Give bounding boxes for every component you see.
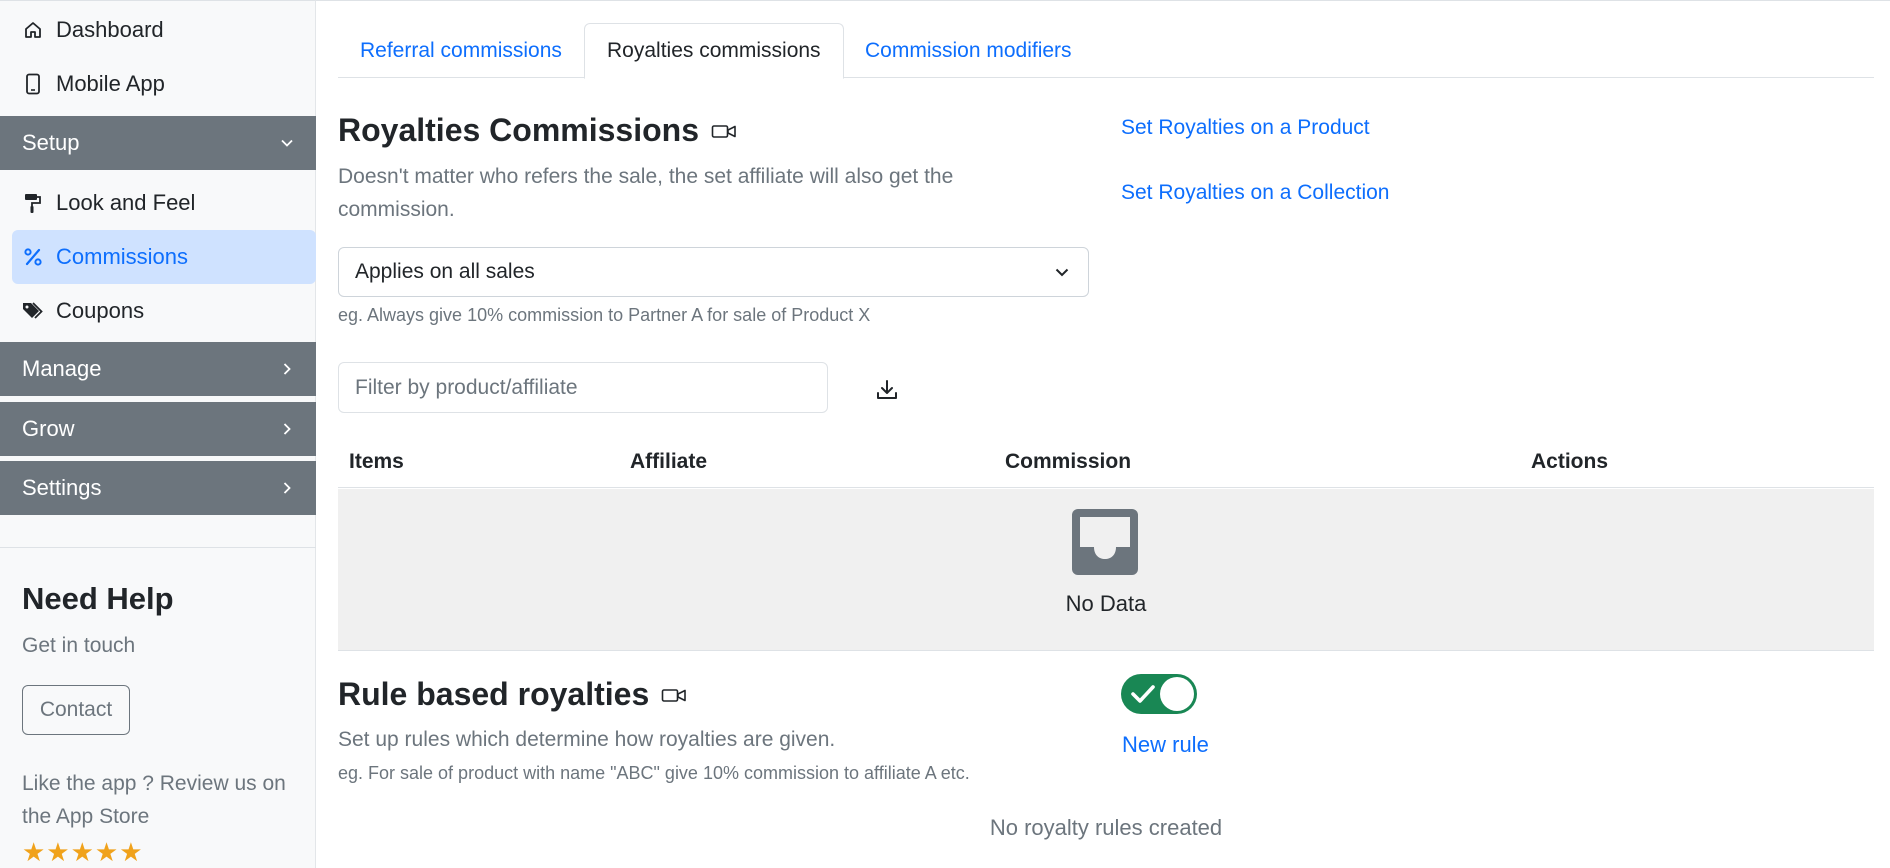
sidebar-item-dashboard[interactable]: Dashboard — [12, 3, 316, 57]
tab-commission-modifiers[interactable]: Commission modifiers — [843, 23, 1094, 78]
video-camera-icon[interactable] — [661, 685, 687, 705]
inbox-icon — [1072, 509, 1138, 575]
check-icon — [1131, 685, 1155, 703]
commission-tabs: Referral commissions Royalties commissio… — [338, 23, 1874, 79]
column-header-actions: Actions — [1531, 450, 1609, 473]
chevron-right-icon — [283, 363, 291, 375]
rule-based-toggle[interactable] — [1121, 674, 1197, 714]
help-title: Need Help — [22, 581, 174, 616]
royalties-scope-select[interactable]: Applies on all sales — [338, 247, 1089, 297]
contact-button[interactable]: Contact — [22, 685, 130, 735]
sidebar-item-label: Mobile App — [56, 71, 165, 96]
phone-icon — [22, 73, 44, 95]
set-royalties-collection-link[interactable]: Set Royalties on a Collection — [1121, 181, 1389, 205]
chevron-down-icon — [1055, 268, 1069, 277]
chevron-right-icon — [283, 482, 291, 494]
sidebar-item-commissions[interactable]: Commissions — [12, 230, 316, 284]
home-icon — [22, 19, 44, 41]
rule-based-description: Set up rules which determine how royalti… — [338, 728, 836, 751]
rule-based-hint: eg. For sale of product with name "ABC" … — [338, 763, 970, 783]
rating-stars[interactable]: ★★★★★ — [22, 837, 144, 868]
royalties-description: Doesn't matter who refers the sale, the … — [338, 165, 954, 221]
select-value: Applies on all sales — [355, 260, 535, 283]
download-icon[interactable] — [875, 378, 899, 402]
percent-icon — [22, 246, 44, 268]
sidebar-item-label: Commissions — [56, 244, 189, 269]
toggle-knob — [1160, 677, 1194, 711]
sidebar-section-label: Settings — [22, 475, 102, 500]
no-data-text: No Data — [1065, 591, 1147, 616]
column-header-affiliate: Affiliate — [630, 450, 708, 473]
royalties-hint: eg. Always give 10% commission to Partne… — [338, 305, 871, 325]
sidebar-item-label: Look and Feel — [56, 190, 196, 215]
tab-referral-commissions[interactable]: Referral commissions — [338, 23, 584, 78]
set-royalties-product-link[interactable]: Set Royalties on a Product — [1121, 116, 1370, 140]
royalties-title: Royalties Commissions — [338, 112, 737, 149]
empty-table-state: No Data — [338, 489, 1874, 651]
sidebar: Dashboard Mobile App Setup Look and Feel… — [0, 0, 316, 868]
tags-icon — [22, 300, 44, 322]
filter-input[interactable] — [338, 362, 828, 413]
rule-based-title: Rule based royalties — [338, 676, 687, 713]
paint-roller-icon — [22, 192, 44, 214]
royalties-title-text: Royalties Commissions — [338, 112, 699, 148]
column-header-items: Items — [349, 450, 404, 473]
chevron-right-icon — [283, 423, 291, 435]
new-rule-link[interactable]: New rule — [1122, 732, 1209, 758]
no-rules-text: No royalty rules created — [989, 815, 1223, 840]
help-subtitle: Get in touch — [22, 634, 136, 657]
sidebar-section-label: Grow — [22, 416, 75, 441]
chevron-down-icon — [281, 139, 293, 147]
sidebar-section-manage[interactable]: Manage — [0, 342, 316, 396]
tab-royalties-commissions[interactable]: Royalties commissions — [584, 23, 844, 79]
royalties-table-header: Items Affiliate Commission Actions — [338, 446, 1874, 488]
sidebar-section-settings[interactable]: Settings — [0, 461, 316, 515]
rule-based-title-text: Rule based royalties — [338, 676, 650, 712]
sidebar-item-mobile-app[interactable]: Mobile App — [12, 57, 316, 111]
sidebar-section-grow[interactable]: Grow — [0, 402, 316, 456]
sidebar-section-setup[interactable]: Setup — [0, 116, 316, 170]
sidebar-section-label: Setup — [22, 130, 80, 155]
sidebar-item-label: Coupons — [56, 298, 145, 323]
column-header-commission: Commission — [1005, 450, 1132, 473]
sidebar-divider — [0, 547, 316, 548]
review-prompt[interactable]: Like the app ? Review us on the App Stor… — [22, 767, 292, 833]
sidebar-item-look-and-feel[interactable]: Look and Feel — [12, 176, 316, 230]
top-border — [316, 0, 1890, 1]
sidebar-section-label: Manage — [22, 356, 102, 381]
sidebar-item-coupons[interactable]: Coupons — [12, 284, 316, 338]
sidebar-item-label: Dashboard — [56, 17, 164, 42]
video-camera-icon[interactable] — [711, 121, 737, 141]
